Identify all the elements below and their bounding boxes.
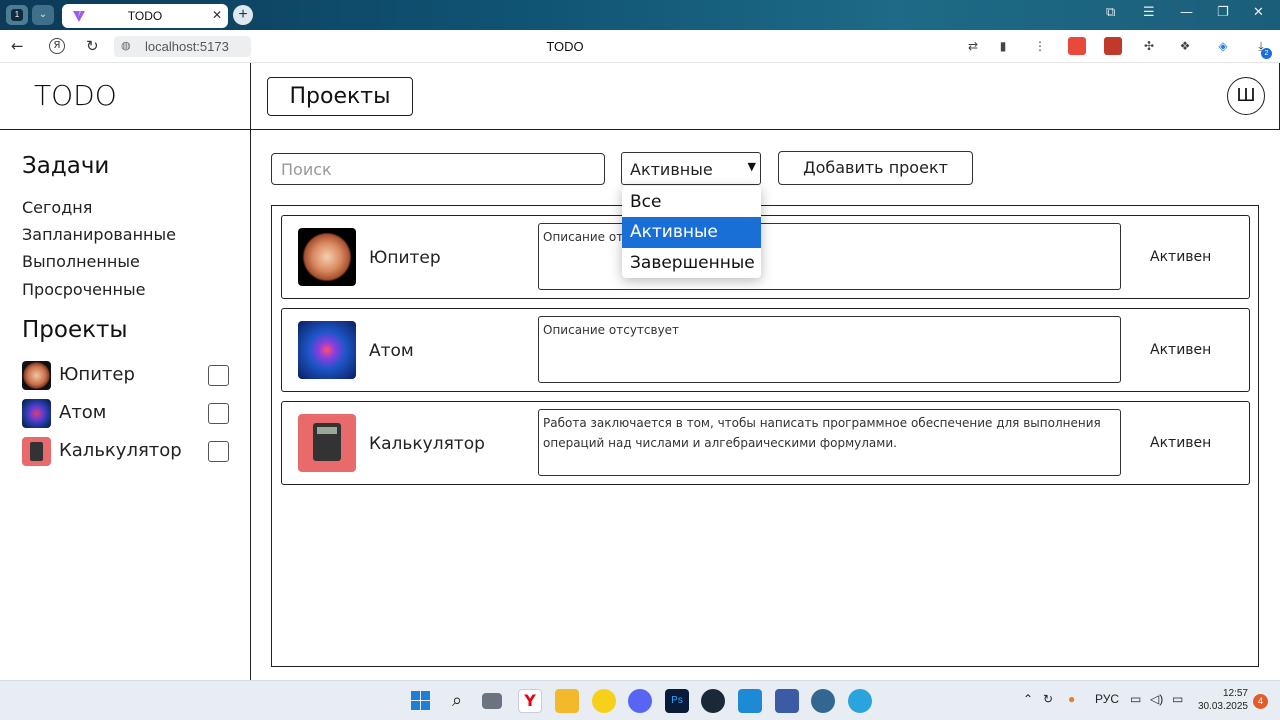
bookmark-icon[interactable]: ▮ xyxy=(994,37,1012,55)
tasks-heading: Задачи xyxy=(22,153,110,179)
extension-blue-icon[interactable]: ◈ xyxy=(1214,37,1232,55)
page-title: TODO xyxy=(546,39,584,54)
yandex-browser-taskbar-icon[interactable]: Y xyxy=(518,689,542,713)
battery-icon[interactable]: ▭ xyxy=(1172,692,1183,706)
filter-option-all[interactable]: Все xyxy=(622,187,761,218)
downloads-badge: 2 xyxy=(1261,48,1272,59)
calculator-icon xyxy=(22,437,51,466)
system-clock[interactable]: 12:57 30.03.2025 xyxy=(1198,687,1248,713)
app-header: Проекты Ш xyxy=(251,63,1280,130)
status-filter-dropdown: Все Активные Завершенные xyxy=(622,186,761,278)
todo-app: TODO Проекты Ш Задачи Сегодня Запланиров… xyxy=(0,63,1280,680)
filter-value: Активные xyxy=(630,160,713,179)
projects-panel: Юпитер Описание отсутсвует Активен Атом … xyxy=(271,205,1259,667)
tabs-menu-chevron-icon[interactable]: ⌄ xyxy=(32,5,54,25)
tab-title: TODO xyxy=(127,9,163,23)
project-status: Активен xyxy=(1150,249,1212,265)
address-bar-row: ← Я ↻ ◍ localhost:5173 TODO ⇄ ▮ ⋮ ✣ ❖ ◈ … xyxy=(0,30,1280,63)
clock-date: 30.03.2025 xyxy=(1197,701,1248,712)
volume-icon[interactable]: ◁) xyxy=(1150,692,1163,706)
extension-red-icon[interactable] xyxy=(1068,37,1086,55)
postgresql-icon[interactable] xyxy=(811,689,835,713)
collections-icon[interactable]: ❖ xyxy=(1176,37,1194,55)
telegram-icon[interactable] xyxy=(848,689,872,713)
notification-badge[interactable]: 4 xyxy=(1253,694,1268,709)
discord-icon[interactable] xyxy=(628,689,652,713)
sidebar-item-completed[interactable]: Выполненные xyxy=(22,252,140,271)
sidebar-project-jupiter[interactable]: Юпитер xyxy=(22,361,232,391)
network-icon[interactable]: ▭ xyxy=(1130,692,1141,706)
start-windows-icon[interactable] xyxy=(409,689,433,713)
user-avatar[interactable]: Ш xyxy=(1227,77,1265,115)
close-window-icon[interactable]: ✕ xyxy=(1253,5,1264,20)
chevron-down-icon: ▼ xyxy=(747,160,756,173)
browser-tabbar: 1 ⌄ TODO ✕ + ⧉ ☰ — ❐ ✕ xyxy=(0,0,1280,30)
browser-menu-icon[interactable]: ☰ xyxy=(1143,5,1155,20)
projects-heading: Проекты xyxy=(22,317,128,343)
main-content: Активные ▼ Добавить проект Юпитер Описан… xyxy=(251,130,1280,680)
file-explorer-icon[interactable] xyxy=(555,689,579,713)
project-card-jupiter[interactable]: Юпитер Описание отсутсвует Активен xyxy=(281,215,1250,299)
project-name: Юпитер xyxy=(369,248,441,268)
microphone-icon[interactable]: ● xyxy=(1068,692,1075,706)
new-tab-button[interactable]: + xyxy=(233,5,253,25)
filter-option-finished[interactable]: Завершенные xyxy=(622,248,761,279)
project-name: Калькулятор xyxy=(369,434,485,454)
project-status: Активен xyxy=(1150,435,1212,451)
minimize-icon[interactable]: — xyxy=(1180,5,1193,20)
atom-icon xyxy=(22,399,51,428)
steam-icon[interactable] xyxy=(701,689,725,713)
maximize-icon[interactable]: ❐ xyxy=(1217,5,1229,20)
translate-icon[interactable]: ⇄ xyxy=(964,37,982,55)
tab-close-icon[interactable]: ✕ xyxy=(212,8,222,22)
search-icon[interactable]: ⌕ xyxy=(445,689,469,713)
workspace-button[interactable]: 1 xyxy=(6,5,28,25)
project-checkbox[interactable] xyxy=(208,441,229,462)
project-status: Активен xyxy=(1150,342,1212,358)
app-logo: TODO xyxy=(34,79,117,112)
task-view-icon[interactable] xyxy=(482,693,502,709)
project-description[interactable]: Описание отсутсвует xyxy=(538,316,1121,383)
jupiter-icon xyxy=(22,361,51,390)
vscode-icon[interactable] xyxy=(738,689,762,713)
status-filter-select[interactable]: Активные ▼ xyxy=(621,152,761,185)
sidebar-project-name: Калькулятор xyxy=(59,440,182,461)
more-options-icon[interactable]: ⋮ xyxy=(1031,37,1049,55)
atom-icon xyxy=(298,321,356,379)
project-checkbox[interactable] xyxy=(208,365,229,386)
sidebar-project-calculator[interactable]: Калькулятор xyxy=(22,437,232,467)
language-indicator[interactable]: РУС xyxy=(1095,692,1119,706)
sidebar-item-today[interactable]: Сегодня xyxy=(22,198,92,217)
windows-taskbar: ⌕ Y Ps ⌃ ↻ ● РУС ▭ ◁) ▭ 12:57 30.03.2025… xyxy=(0,680,1280,720)
project-name: Атом xyxy=(369,341,414,361)
project-checkbox[interactable] xyxy=(208,403,229,424)
extension-bug-icon[interactable] xyxy=(1104,37,1122,55)
sidebar-project-name: Атом xyxy=(59,402,107,423)
search-input[interactable] xyxy=(271,153,605,185)
chart-app-icon[interactable] xyxy=(775,689,799,713)
sidebar: Задачи Сегодня Запланированные Выполненн… xyxy=(0,130,251,680)
project-description[interactable]: Работа заключается в том, чтобы написать… xyxy=(538,409,1121,476)
app-yellow-icon[interactable] xyxy=(592,689,616,713)
project-card-calculator[interactable]: Калькулятор Работа заключается в том, чт… xyxy=(281,401,1250,485)
sidebar-project-name: Юпитер xyxy=(59,364,135,385)
jupiter-icon xyxy=(298,228,356,286)
project-card-atom[interactable]: Атом Описание отсутсвует Активен xyxy=(281,308,1250,392)
photoshop-icon[interactable]: Ps xyxy=(665,689,689,713)
filter-option-active[interactable]: Активные xyxy=(622,217,761,248)
workspace-number: 1 xyxy=(11,9,23,21)
logo-cell: TODO xyxy=(0,63,251,130)
show-hidden-icons-icon[interactable]: ⌃ xyxy=(1023,692,1033,706)
sidebar-item-planned[interactable]: Запланированные xyxy=(22,225,176,244)
calculator-icon xyxy=(298,414,356,472)
sidebar-item-overdue[interactable]: Просроченные xyxy=(22,280,145,299)
tab-list-icon[interactable]: ⧉ xyxy=(1106,5,1115,20)
clock-time: 12:57 xyxy=(1222,688,1248,699)
sidebar-project-atom[interactable]: Атом xyxy=(22,399,232,429)
add-project-button[interactable]: Добавить проект xyxy=(778,151,973,185)
extensions-puzzle-icon[interactable]: ✣ xyxy=(1140,37,1158,55)
browser-tab-todo[interactable]: TODO ✕ xyxy=(62,4,228,28)
sync-icon[interactable]: ↻ xyxy=(1043,692,1053,706)
projects-button[interactable]: Проекты xyxy=(267,77,413,116)
